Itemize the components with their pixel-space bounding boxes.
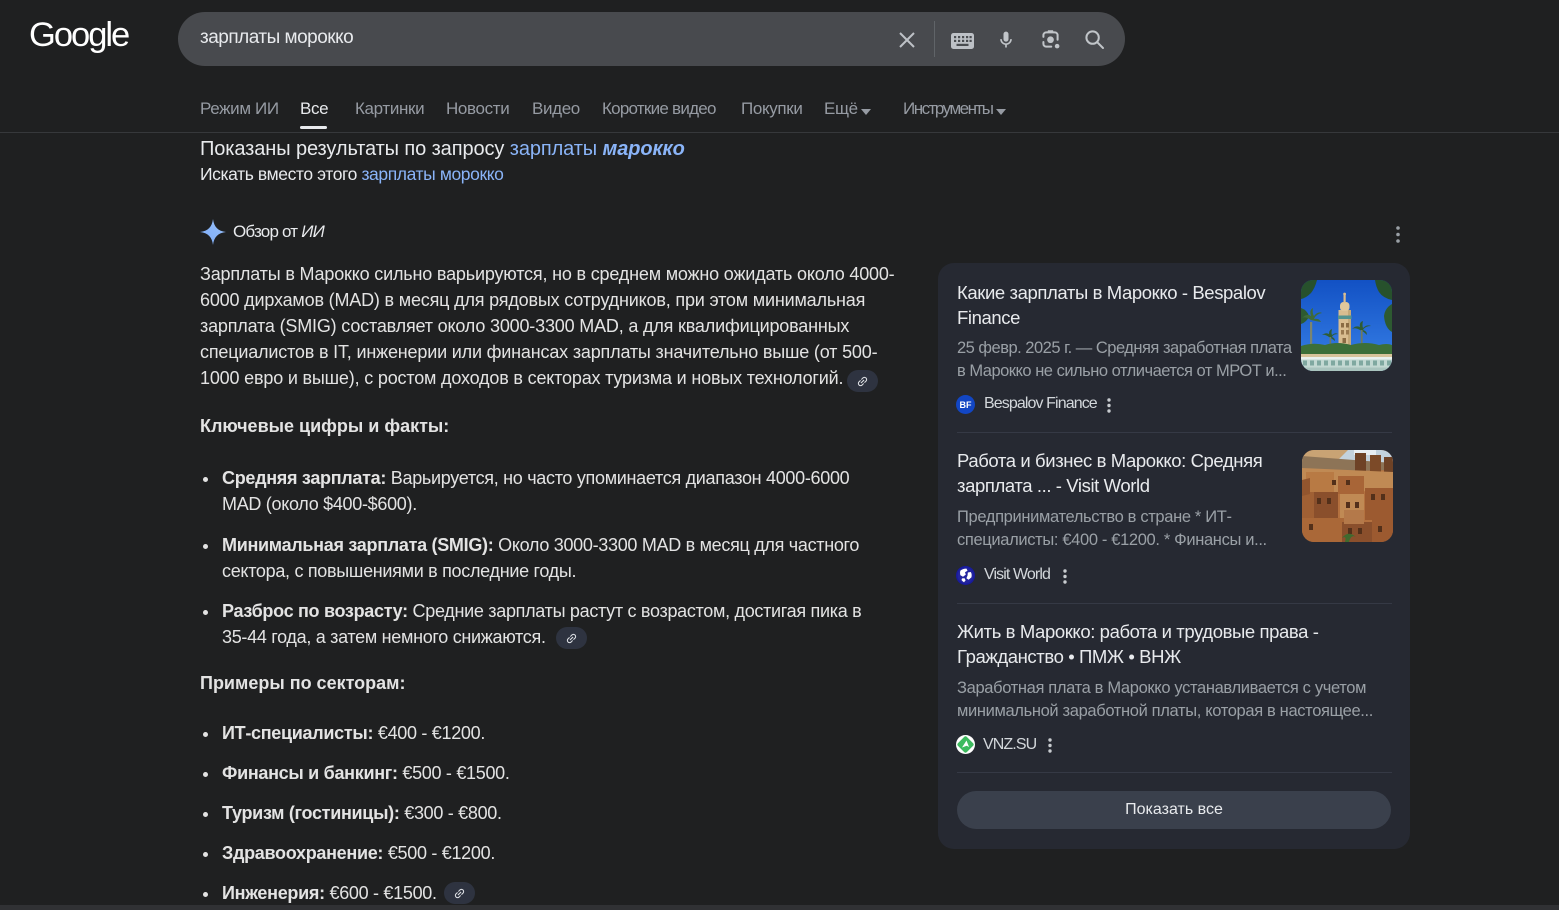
svg-text:BF: BF xyxy=(960,400,972,410)
